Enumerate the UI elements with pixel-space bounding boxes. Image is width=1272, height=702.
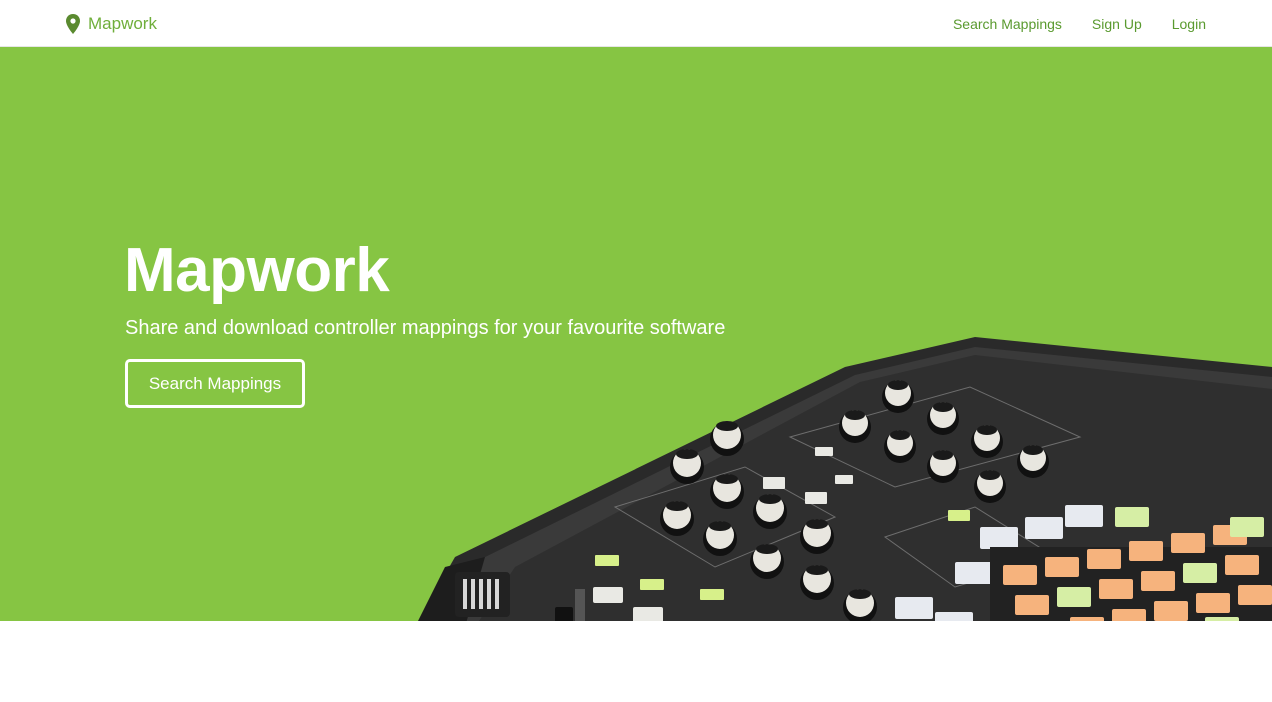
nav-sign-up-link[interactable]: Sign Up	[1092, 16, 1142, 32]
nav-links: Search Mappings Sign Up Login	[923, 0, 1206, 47]
nav-search-mappings-link[interactable]: Search Mappings	[953, 16, 1062, 32]
brand-name: Mapwork	[88, 14, 157, 33]
hero-title: Mapwork	[124, 236, 390, 305]
map-marker-icon	[66, 14, 80, 34]
top-navbar: Mapwork Search Mappings Sign Up Login	[0, 0, 1272, 47]
hero-search-mappings-button[interactable]: Search Mappings	[125, 359, 305, 408]
brand-link[interactable]: Mapwork	[66, 12, 157, 36]
content-area	[0, 621, 1272, 702]
nav-login-link[interactable]: Login	[1172, 16, 1206, 32]
midi-controller-image	[418, 337, 1272, 621]
hero-section: Mapwork Share and download controller ma…	[0, 47, 1272, 621]
